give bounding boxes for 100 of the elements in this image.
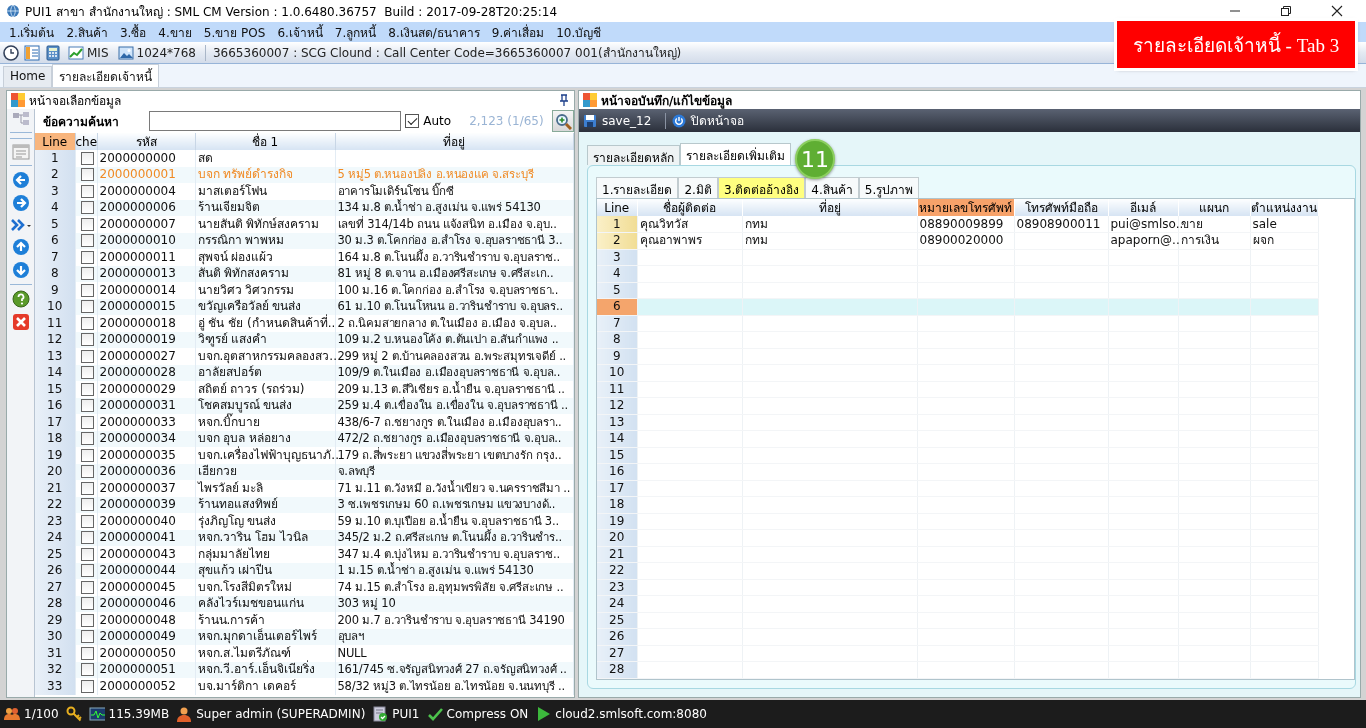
table-row[interactable]: 17: [597, 480, 1318, 497]
menu-item[interactable]: 5.ขาย POS: [200, 22, 275, 42]
column-header[interactable]: โทรศัพท์มือถือ: [1014, 199, 1108, 216]
checkbox[interactable]: [80, 316, 94, 330]
table-row[interactable]: 27: [597, 645, 1318, 662]
menu-item[interactable]: 4.ขาย: [155, 22, 201, 42]
tab[interactable]: 4.สินค้า: [805, 177, 859, 198]
calculator-icon[interactable]: [45, 44, 61, 61]
table-cell[interactable]: 2000000011: [97, 249, 195, 266]
checkbox[interactable]: [80, 580, 94, 594]
table-cell[interactable]: 2000000045: [97, 579, 195, 596]
checkbox[interactable]: [80, 151, 94, 165]
checkbox[interactable]: [80, 399, 94, 413]
column-header[interactable]: หมายเลขโทรศัพท์: [917, 199, 1014, 216]
table-row[interactable]: 22: [597, 562, 1318, 579]
checkbox[interactable]: [80, 564, 94, 578]
table-cell[interactable]: 2000000041: [97, 529, 195, 546]
tab[interactable]: 3.ติดต่ออ้างอิง: [717, 177, 806, 198]
column-header[interactable]: ตำแหน่งงาน: [1250, 199, 1318, 216]
document-tab[interactable]: รายละเอียดเจ้าหนี้: [52, 64, 160, 87]
checkbox[interactable]: [80, 168, 94, 182]
clock-icon[interactable]: [3, 44, 19, 61]
checkbox[interactable]: [80, 514, 94, 528]
checkbox[interactable]: [80, 679, 94, 693]
checkbox[interactable]: [80, 333, 94, 347]
table-row[interactable]: 28: [597, 661, 1318, 678]
tab[interactable]: 2.มิติ: [678, 177, 718, 198]
table-cell[interactable]: 2000000036: [97, 463, 195, 480]
checkbox[interactable]: [80, 366, 94, 380]
menu-item[interactable]: 3.ซื้อ: [116, 22, 156, 42]
table-cell[interactable]: 2000000004: [97, 183, 195, 200]
checkbox[interactable]: [80, 531, 94, 545]
table-row[interactable]: 8: [597, 331, 1318, 348]
table-row[interactable]: 2 คุณอาพาพร กทม 08900020000 apaporn@..การเงิน ผจก: [597, 232, 1318, 249]
table-cell[interactable]: 2000000049: [97, 628, 195, 645]
checkbox[interactable]: [80, 283, 94, 297]
back-icon[interactable]: [11, 171, 30, 189]
menu-item[interactable]: 6.เจ้าหนี้: [274, 22, 332, 42]
checkbox[interactable]: [80, 217, 94, 231]
table-cell[interactable]: 2000000051: [97, 661, 195, 678]
checkbox[interactable]: [80, 201, 94, 215]
table-cell[interactable]: 2000000048: [97, 612, 195, 629]
checkbox[interactable]: [80, 250, 94, 264]
checkbox[interactable]: [80, 448, 94, 462]
resolution-button[interactable]: 1024*768: [115, 44, 198, 61]
table-row[interactable]: 4: [597, 265, 1318, 282]
checkbox[interactable]: [80, 613, 94, 627]
column-header[interactable]: che: [75, 133, 97, 150]
table-cell[interactable]: 2000000034: [97, 430, 195, 447]
table-row[interactable]: 21: [597, 546, 1318, 563]
column-header[interactable]: Line: [597, 199, 637, 216]
table-cell[interactable]: 2000000043: [97, 546, 195, 563]
tab[interactable]: รายละเอียดเพิ่มเติม: [680, 143, 791, 165]
table-row[interactable]: 23: [597, 579, 1318, 596]
close-screen-button[interactable]: ปิดหน้าจอ: [672, 111, 753, 130]
forward-icon[interactable]: [11, 194, 30, 212]
checkbox[interactable]: [80, 432, 94, 446]
column-header[interactable]: แผนก: [1178, 199, 1250, 216]
tab[interactable]: 5.รูปภาพ: [858, 177, 920, 198]
document-tab[interactable]: Home: [3, 66, 53, 87]
search-field[interactable]: [148, 111, 402, 131]
table-row[interactable]: 13: [597, 414, 1318, 431]
table-row[interactable]: 12: [597, 397, 1318, 414]
table-cell[interactable]: 2000000039: [97, 496, 195, 513]
table-cell[interactable]: 2000000029: [97, 381, 195, 398]
table-cell[interactable]: 2000000052: [97, 678, 195, 695]
table-row[interactable]: 18: [597, 496, 1318, 513]
table-cell[interactable]: 2000000050: [97, 645, 195, 662]
table-cell[interactable]: 2000000018: [97, 315, 195, 332]
double-chevron-icon[interactable]: [10, 217, 31, 233]
table-cell[interactable]: 2000000000: [97, 150, 195, 167]
column-header[interactable]: ชื่อ 1: [195, 133, 335, 150]
table-cell[interactable]: 2000000007: [97, 216, 195, 233]
search-button[interactable]: [551, 110, 574, 132]
table-row[interactable]: 19: [597, 513, 1318, 530]
table-cell[interactable]: 2000000014: [97, 282, 195, 299]
table-cell[interactable]: 2000000027: [97, 348, 195, 365]
mis-button[interactable]: MIS: [66, 44, 111, 61]
table-cell[interactable]: 2000000040: [97, 513, 195, 530]
table-row[interactable]: 7: [597, 315, 1318, 332]
table-cell[interactable]: 2000000033: [97, 414, 195, 431]
menu-item[interactable]: 1.เริ่มต้น: [6, 22, 64, 42]
save-button[interactable]: save_12: [583, 113, 660, 128]
table-row[interactable]: 5: [597, 282, 1318, 299]
menu-item[interactable]: 8.เงินสด/ธนาคาร: [385, 22, 489, 42]
column-header[interactable]: ที่อยู่: [742, 199, 917, 216]
table-cell[interactable]: 2000000035: [97, 447, 195, 464]
table-cell[interactable]: 2000000044: [97, 562, 195, 579]
table-row[interactable]: 15: [597, 447, 1318, 464]
column-header[interactable]: Line: [35, 133, 75, 150]
table-cell[interactable]: 2000000019: [97, 331, 195, 348]
table-row[interactable]: 6: [597, 298, 1318, 315]
layout-icon[interactable]: [24, 44, 40, 61]
checkbox[interactable]: [80, 234, 94, 248]
table-cell[interactable]: 2000000046: [97, 595, 195, 612]
column-header[interactable]: อีเมล์: [1108, 199, 1178, 216]
checkbox[interactable]: [80, 663, 94, 677]
checkbox[interactable]: [80, 300, 94, 314]
column-header[interactable]: ชื่อผู้ติดต่อ: [637, 199, 742, 216]
checkbox[interactable]: [80, 498, 94, 512]
